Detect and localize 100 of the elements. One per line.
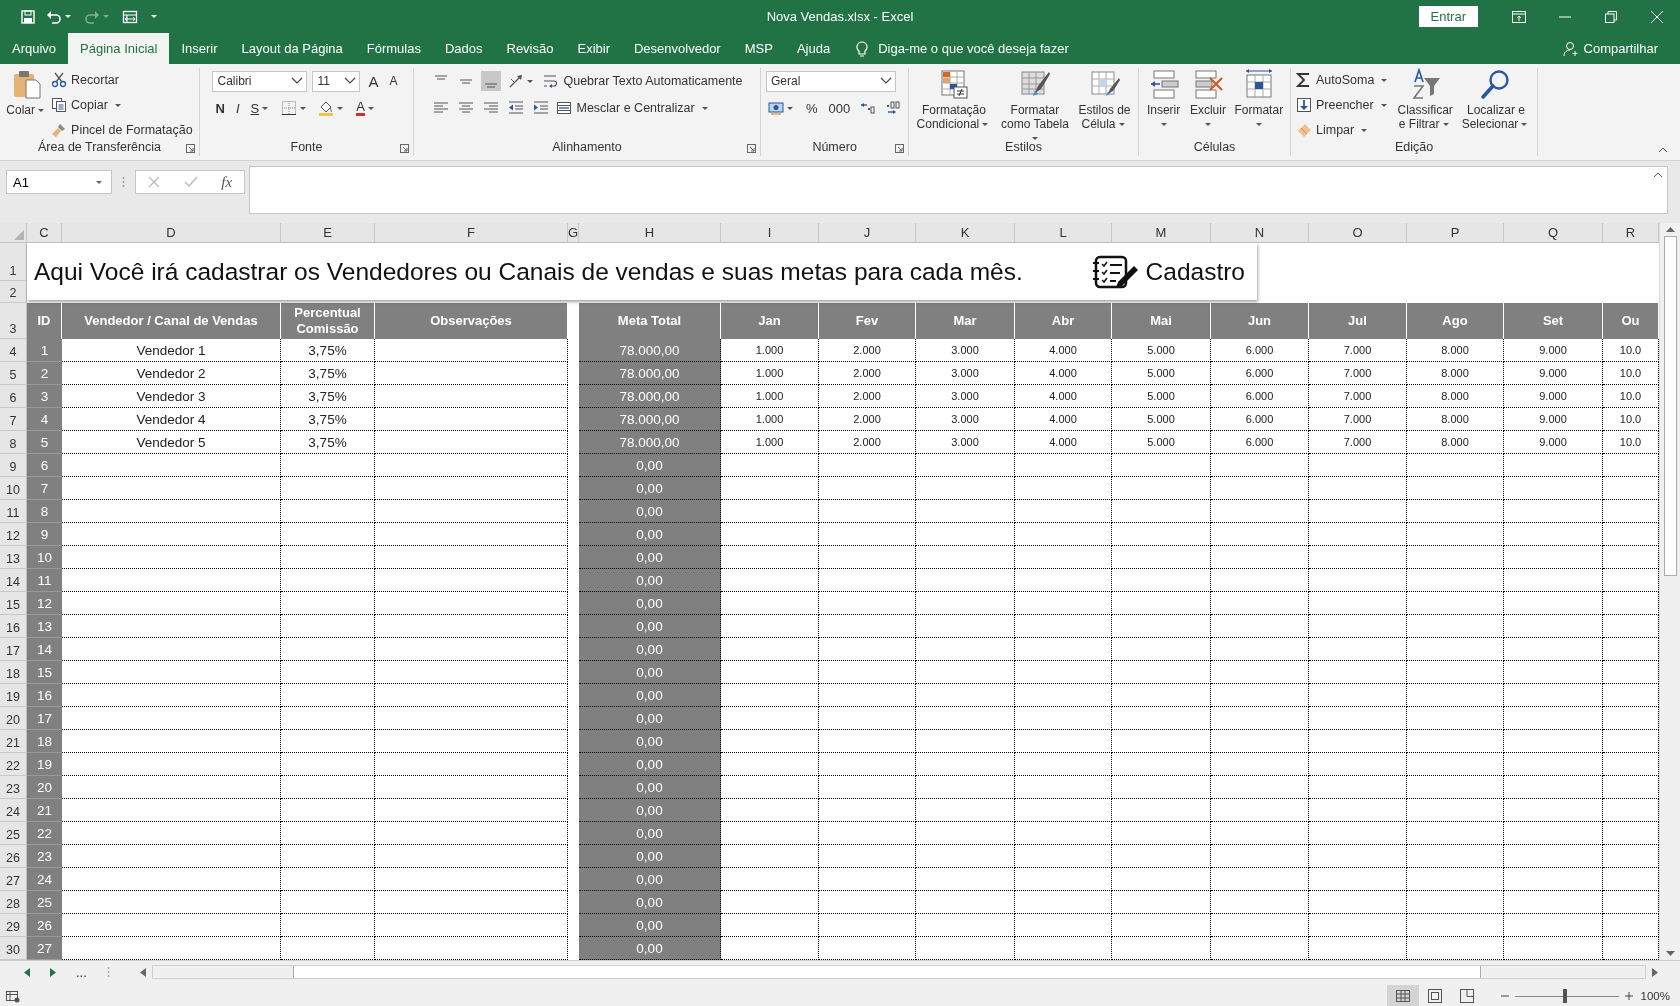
ribbon-display-icon[interactable] xyxy=(1512,10,1526,23)
row-header[interactable]: 19 xyxy=(0,684,27,707)
number-format-button[interactable]: 000 xyxy=(825,100,854,116)
save-icon[interactable] xyxy=(20,8,36,25)
ribbon-button[interactable]: Classificar e Filtrar xyxy=(1394,68,1456,131)
caret-icon[interactable] xyxy=(300,106,307,110)
share-button[interactable]: Compartilhar xyxy=(1562,33,1680,64)
row-header[interactable]: 4 xyxy=(0,339,27,362)
ribbon-button[interactable]: Localizar e Selecionar xyxy=(1460,68,1532,131)
caret-icon[interactable] xyxy=(527,79,534,83)
dropdown-field[interactable]: 11 xyxy=(312,70,361,92)
ribbon-button[interactable]: Inserir xyxy=(1144,68,1184,131)
ribbon-tab[interactable]: Desenvolvedor xyxy=(622,33,733,64)
touch-mode-icon[interactable] xyxy=(122,8,138,25)
row-header[interactable]: 23 xyxy=(0,776,27,799)
ribbon-button[interactable]: Limpar xyxy=(1296,120,1391,140)
increase-decimal-icon[interactable] xyxy=(860,100,877,116)
row-header[interactable]: 17 xyxy=(0,638,27,661)
row-header[interactable]: 29 xyxy=(0,914,27,937)
ribbon-button[interactable]: Excluir xyxy=(1187,68,1229,131)
ribbon-button[interactable]: Pincel de Formatação xyxy=(51,120,193,140)
scroll-right-icon[interactable] xyxy=(1652,967,1658,977)
column-header[interactable]: D xyxy=(62,223,281,243)
row-header[interactable]: 25 xyxy=(0,822,27,845)
ribbon-tab[interactable]: Fórmulas xyxy=(354,33,433,64)
currency-icon[interactable] xyxy=(768,100,784,116)
decrease-decimal-icon[interactable] xyxy=(885,100,902,116)
dropdown-field[interactable]: Geral xyxy=(766,70,896,92)
orientation-icon[interactable] xyxy=(508,73,525,89)
scroll-left-icon[interactable] xyxy=(139,967,146,977)
row-header[interactable]: 13 xyxy=(0,546,27,569)
row-header[interactable]: 20 xyxy=(0,707,27,730)
page-layout-icon[interactable] xyxy=(1426,988,1443,1004)
decrease-indent-icon[interactable] xyxy=(508,100,525,116)
formula-input[interactable] xyxy=(249,166,1668,214)
row-header[interactable]: 22 xyxy=(0,753,27,776)
caret-icon[interactable] xyxy=(367,106,374,110)
row-header[interactable]: 28 xyxy=(0,891,27,914)
ribbon-button[interactable]: Preencher xyxy=(1296,95,1391,115)
borders-icon[interactable] xyxy=(281,100,298,116)
column-header[interactable]: J xyxy=(819,223,916,243)
ribbon-button[interactable]: Estilos de Célula xyxy=(1076,68,1133,131)
column-header[interactable]: M xyxy=(1112,223,1211,243)
row-header[interactable]: 7 xyxy=(0,408,27,431)
ribbon-tab[interactable]: Layout da Página xyxy=(229,33,355,64)
ribbon-button[interactable]: Formatação Condicional xyxy=(914,68,994,131)
ribbon-tab[interactable]: Inserir xyxy=(169,33,230,64)
previous-sheet-icon[interactable] xyxy=(24,967,30,977)
increase-indent-icon[interactable] xyxy=(533,100,550,116)
dialog-launcher-icon[interactable] xyxy=(895,144,905,153)
chevron-down-icon[interactable] xyxy=(880,77,892,85)
sign-in-button[interactable]: Entrar xyxy=(1418,6,1478,27)
row-header[interactable]: 24 xyxy=(0,799,27,822)
ribbon-tab[interactable]: Página Inicial xyxy=(68,33,170,64)
name-box[interactable]: A1 xyxy=(6,170,112,194)
ribbon-button[interactable]: Copiar xyxy=(51,95,193,115)
ribbon-button[interactable]: Mesclar e Centralizar xyxy=(556,98,711,118)
row-header[interactable]: 3 xyxy=(0,303,27,339)
tell-me-field[interactable]: Diga-me o que você deseja fazer xyxy=(878,41,1069,56)
chevron-down-icon[interactable] xyxy=(344,77,357,85)
ribbon-button[interactable]: AutoSoma xyxy=(1296,70,1391,90)
row-header[interactable]: 14 xyxy=(0,569,27,592)
row-header[interactable]: 30 xyxy=(0,937,27,960)
column-header[interactable]: O xyxy=(1309,223,1407,243)
dropdown-field[interactable]: Calibri xyxy=(212,70,308,92)
ribbon-tab[interactable]: Exibir xyxy=(565,33,622,64)
more-sheets-button[interactable]: ... xyxy=(76,964,87,980)
scroll-up-icon[interactable] xyxy=(1665,226,1675,232)
scrollbar-thumb[interactable] xyxy=(1663,236,1677,576)
zoom-slider-thumb[interactable] xyxy=(1562,989,1567,1003)
close-icon[interactable] xyxy=(1651,10,1663,23)
row-header[interactable]: 9 xyxy=(0,454,27,477)
normal-view-icon[interactable] xyxy=(1394,988,1411,1004)
scroll-down-icon[interactable] xyxy=(1665,951,1675,957)
collapse-ribbon-icon[interactable] xyxy=(1658,147,1668,153)
dialog-launcher-icon[interactable] xyxy=(400,144,409,153)
ribbon-button[interactable]: Quebrar Texto Automaticamente xyxy=(543,71,743,91)
row-header[interactable]: 5 xyxy=(0,362,27,385)
page-break-icon[interactable] xyxy=(1458,988,1475,1004)
collapse-icon[interactable] xyxy=(1653,172,1663,178)
column-header[interactable]: N xyxy=(1211,223,1309,243)
bold-button[interactable]: N xyxy=(215,100,225,116)
decrease-font-button[interactable]: A xyxy=(389,74,398,88)
column-header[interactable]: H xyxy=(579,223,721,243)
row-header[interactable]: 10 xyxy=(0,477,27,500)
caret-icon[interactable] xyxy=(787,106,793,110)
column-header[interactable]: K xyxy=(916,223,1015,243)
caret-icon[interactable] xyxy=(262,106,269,110)
increase-font-button[interactable]: A xyxy=(368,72,379,90)
column-header[interactable]: I xyxy=(721,223,819,243)
row-header[interactable]: 11 xyxy=(0,500,27,523)
check-icon[interactable] xyxy=(183,176,198,188)
column-header[interactable]: Q xyxy=(1504,223,1603,243)
scrollbar-thumb[interactable] xyxy=(292,966,1481,978)
italic-button[interactable]: I xyxy=(235,100,240,116)
row-header[interactable]: 21 xyxy=(0,730,27,753)
row-header[interactable]: 18 xyxy=(0,661,27,684)
ribbon-button[interactable]: Colar xyxy=(6,68,48,117)
ribbon-button[interactable]: Formatar xyxy=(1232,68,1285,131)
row-header[interactable]: 1 xyxy=(0,243,27,281)
